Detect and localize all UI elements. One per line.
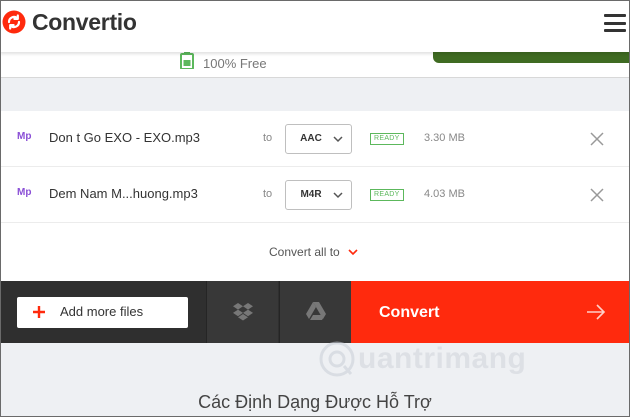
to-label: to [263,132,273,144]
format-value: M4R [300,189,322,200]
free-badge: 100% Free [180,52,267,74]
to-label: to [263,188,273,200]
dropbox-button[interactable] [206,281,278,343]
logo-text: Convertio [32,8,137,35]
divider [0,77,630,78]
status-badge: READY [370,189,404,201]
file-name: Don t Go EXO - EXO.mp3 [49,130,200,145]
format-select[interactable]: M4R [285,180,352,210]
file-row: Mp Don t Go EXO - EXO.mp3 to AAC READY 3… [0,111,630,167]
convert-button[interactable]: Convert [351,281,630,343]
hamburger-menu-icon[interactable] [604,14,626,32]
convert-label: Convert [379,304,440,321]
chevron-down-icon [348,249,358,256]
add-more-files-button[interactable]: Add more files [17,297,188,328]
chevron-down-icon [333,136,343,143]
google-drive-button[interactable] [279,281,351,343]
file-size: 4.03 MB [424,188,465,200]
format-select[interactable]: AAC [285,124,352,154]
add-more-files-label: Add more files [60,304,144,319]
arrow-right-icon [587,304,606,320]
convert-all-dropdown[interactable]: Convert all to [269,245,358,259]
format-value: AAC [300,133,322,144]
status-badge: READY [370,133,404,145]
dropbox-icon [233,303,253,321]
watermark-text: uantrimang [358,342,527,375]
file-row: Mp Dem Nam M...huong.mp3 to M4R READY 4.… [0,167,630,223]
battery-icon [180,52,194,74]
watermark-logo-icon [319,341,355,377]
supported-formats-heading: Các Định Dạng Được Hỗ Trợ [198,392,432,412]
close-icon[interactable] [590,188,604,202]
convertio-logo[interactable]: Convertio [2,8,137,36]
convert-all-label: Convert all to [269,245,340,259]
audio-file-icon: Mp [17,131,32,142]
top-header: Convertio [0,0,630,52]
audio-file-icon: Mp [17,187,32,198]
watermark: uantrimang [318,340,526,378]
convertio-arrows-icon [2,10,26,34]
file-size: 3.30 MB [424,132,465,144]
google-drive-icon [306,302,326,320]
file-name: Dem Nam M...huong.mp3 [49,186,198,201]
file-list-panel: Mp Don t Go EXO - EXO.mp3 to AAC READY 3… [0,111,630,281]
chevron-down-icon [333,192,343,199]
plus-icon [33,306,45,318]
free-text: 100% Free [203,55,267,71]
close-icon[interactable] [590,132,604,146]
green-accent-bar [433,52,630,63]
action-bar: Add more files Convert [0,281,630,343]
